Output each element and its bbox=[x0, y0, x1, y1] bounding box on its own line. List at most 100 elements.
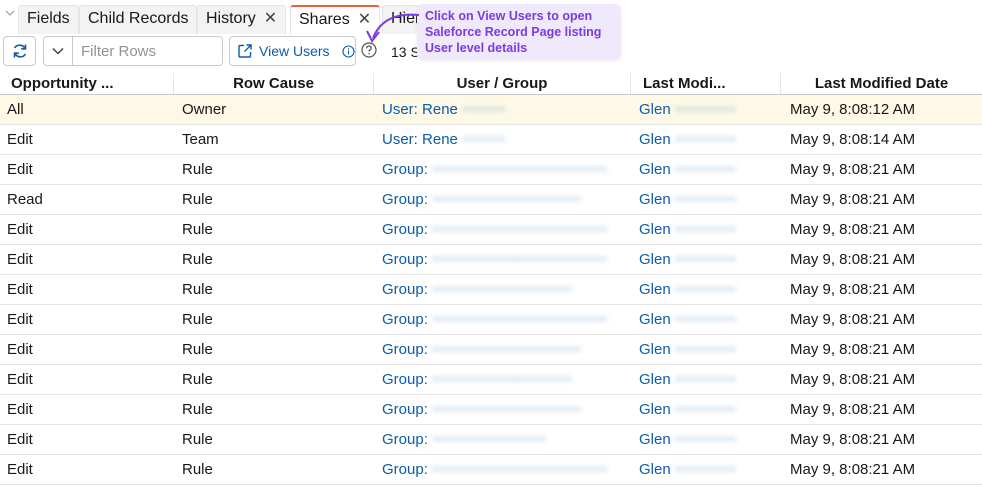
table-row[interactable]: Edit Rule Group: ~~~~~~~~~~~~~~~~~ Glen ~~~… bbox=[0, 395, 982, 425]
last-modified-by-text: Glen ~~~~~~~ bbox=[639, 251, 737, 268]
user-group-link[interactable]: Group: ~~~~~~~~~~~~~~~~~~~~ bbox=[374, 305, 631, 334]
refresh-button[interactable] bbox=[3, 36, 36, 66]
refresh-icon bbox=[13, 44, 26, 58]
user-group-link[interactable]: Group: ~~~~~~~~~~~~~~~~~~~~ bbox=[374, 455, 631, 484]
user-group-link[interactable]: Group: ~~~~~~~~~~~~~~~~ bbox=[374, 275, 631, 304]
last-modified-by-link[interactable]: Glen ~~~~~~~ bbox=[631, 95, 781, 124]
column-header-label: Row Cause bbox=[233, 75, 314, 92]
open-external-icon bbox=[238, 44, 252, 58]
user-group-link[interactable]: Group: ~~~~~~~~~~~~~~~~~ bbox=[374, 185, 631, 214]
row-cause-cell: Rule bbox=[182, 191, 213, 208]
tab-child-records[interactable]: Child Records bbox=[79, 5, 198, 34]
callout-tooltip: Click on View Users to open Saleforce Re… bbox=[417, 4, 621, 60]
last-modified-date-cell: May 9, 8:08:14 AM bbox=[790, 131, 916, 148]
column-header-label: User / Group bbox=[456, 75, 548, 92]
view-users-label: View Users bbox=[259, 43, 330, 59]
user-group-link[interactable]: Group: ~~~~~~~~~~~~~~~~~~~~ bbox=[374, 215, 631, 244]
last-modified-by-link[interactable]: Glen ~~~~~~~ bbox=[631, 305, 781, 334]
last-modified-by-text: Glen ~~~~~~~ bbox=[639, 341, 737, 358]
row-cause-cell: Rule bbox=[182, 161, 213, 178]
user-group-text: User: Rene ~~~~~ bbox=[382, 101, 506, 118]
last-modified-by-text: Glen ~~~~~~~ bbox=[639, 461, 737, 478]
last-modified-by-link[interactable]: Glen ~~~~~~~ bbox=[631, 215, 781, 244]
row-cause-cell: Rule bbox=[182, 281, 213, 298]
tab-fields[interactable]: Fields bbox=[18, 5, 79, 34]
filter-dropdown-button[interactable] bbox=[43, 36, 73, 66]
last-modified-date-cell: May 9, 8:08:21 AM bbox=[790, 281, 916, 298]
access-level-cell: Edit bbox=[7, 131, 33, 148]
last-modified-by-link[interactable]: Glen ~~~~~~~ bbox=[631, 155, 781, 184]
column-header-last-modified-by[interactable]: Last Modi... bbox=[631, 73, 781, 94]
row-cause-cell: Rule bbox=[182, 401, 213, 418]
tab-label: Fields bbox=[27, 10, 70, 27]
close-icon[interactable]: ✕ bbox=[264, 6, 277, 32]
last-modified-date-cell: May 9, 8:08:21 AM bbox=[790, 341, 916, 358]
last-modified-date-cell: May 9, 8:08:12 AM bbox=[790, 101, 916, 118]
user-group-link[interactable]: Group: ~~~~~~~~~~~~~~~~ bbox=[374, 365, 631, 394]
access-level-cell: Edit bbox=[7, 251, 33, 268]
last-modified-by-link[interactable]: Glen ~~~~~~~ bbox=[631, 335, 781, 364]
user-group-link[interactable]: Group: ~~~~~~~~~~~~~~~~~ bbox=[374, 335, 631, 364]
access-level-cell: All bbox=[7, 101, 24, 118]
last-modified-by-link[interactable]: Glen ~~~~~~~ bbox=[631, 365, 781, 394]
row-cause-cell: Rule bbox=[182, 221, 213, 238]
user-group-link[interactable]: Group: ~~~~~~~~~~~~~ bbox=[374, 425, 631, 454]
last-modified-by-text: Glen ~~~~~~~ bbox=[639, 161, 737, 178]
table-row[interactable]: Edit Rule Group: ~~~~~~~~~~~~~~~~ Glen ~~~~… bbox=[0, 365, 982, 395]
user-group-text: Group: ~~~~~~~~~~~~~~~~~~~~ bbox=[382, 221, 608, 238]
tab-history[interactable]: History ✕ bbox=[197, 5, 287, 34]
caret-down-icon[interactable] bbox=[5, 8, 15, 18]
table-row[interactable]: Edit Rule Group: ~~~~~~~~~~~~~~~~~~~~ Glen … bbox=[0, 455, 982, 485]
filter-rows-input[interactable] bbox=[72, 36, 223, 66]
last-modified-by-link[interactable]: Glen ~~~~~~~ bbox=[631, 245, 781, 274]
user-group-text: Group: ~~~~~~~~~~~~~~~~~ bbox=[382, 401, 581, 418]
last-modified-by-link[interactable]: Glen ~~~~~~~ bbox=[631, 275, 781, 304]
user-group-link[interactable]: Group: ~~~~~~~~~~~~~~~~~~~~ bbox=[374, 245, 631, 274]
table-row[interactable]: All Owner User: Rene ~~~~~ Glen ~~~~~~~ May … bbox=[0, 95, 982, 125]
last-modified-by-text: Glen ~~~~~~~ bbox=[639, 371, 737, 388]
last-modified-by-link[interactable]: Glen ~~~~~~~ bbox=[631, 425, 781, 454]
user-group-text: Group: ~~~~~~~~~~~~~~~~~~~~ bbox=[382, 251, 608, 268]
view-users-button[interactable]: View Users bbox=[229, 36, 356, 66]
column-header-row-cause[interactable]: Row Cause bbox=[174, 73, 374, 94]
user-group-text: Group: ~~~~~~~~~~~~~~~~~~~~ bbox=[382, 161, 608, 178]
last-modified-by-link[interactable]: Glen ~~~~~~~ bbox=[631, 455, 781, 484]
table-row[interactable]: Edit Rule Group: ~~~~~~~~~~~~~~~~~~~~ Glen … bbox=[0, 305, 982, 335]
last-modified-by-link[interactable]: Glen ~~~~~~~ bbox=[631, 125, 781, 154]
tab-label: Shares bbox=[299, 11, 350, 28]
table-row[interactable]: Edit Rule Group: ~~~~~~~~~~~~~~~~~~~~ Glen … bbox=[0, 245, 982, 275]
user-group-link[interactable]: User: Rene ~~~~~ bbox=[374, 95, 631, 124]
row-cause-cell: Rule bbox=[182, 371, 213, 388]
column-header-last-modified-date[interactable]: Last Modified Date bbox=[781, 73, 982, 94]
last-modified-by-text: Glen ~~~~~~~ bbox=[639, 401, 737, 418]
access-level-cell: Edit bbox=[7, 281, 33, 298]
row-cause-cell: Rule bbox=[182, 341, 213, 358]
user-group-link[interactable]: Group: ~~~~~~~~~~~~~~~~~ bbox=[374, 395, 631, 424]
last-modified-by-text: Glen ~~~~~~~ bbox=[639, 221, 737, 238]
user-group-text: Group: ~~~~~~~~~~~~~~~~~~~~ bbox=[382, 311, 608, 328]
access-level-cell: Edit bbox=[7, 221, 33, 238]
last-modified-date-cell: May 9, 8:08:21 AM bbox=[790, 431, 916, 448]
last-modified-date-cell: May 9, 8:08:21 AM bbox=[790, 161, 916, 178]
table-row[interactable]: Read Rule Group: ~~~~~~~~~~~~~~~~~ Glen ~~~… bbox=[0, 185, 982, 215]
last-modified-date-cell: May 9, 8:08:21 AM bbox=[790, 221, 916, 238]
user-group-text: Group: ~~~~~~~~~~~~~ bbox=[382, 431, 546, 448]
user-group-link[interactable]: Group: ~~~~~~~~~~~~~~~~~~~~ bbox=[374, 155, 631, 184]
table-row[interactable]: Edit Team User: Rene ~~~~~ Glen ~~~~~~~ May … bbox=[0, 125, 982, 155]
last-modified-by-link[interactable]: Glen ~~~~~~~ bbox=[631, 395, 781, 424]
row-cause-cell: Rule bbox=[182, 431, 213, 448]
table-row[interactable]: Edit Rule Group: ~~~~~~~~~~~~~~~~~~~~ Glen … bbox=[0, 155, 982, 185]
shares-table: Opportunity ... Row Cause User / Group L… bbox=[0, 73, 982, 485]
table-body: All Owner User: Rene ~~~~~ Glen ~~~~~~~ May … bbox=[0, 95, 982, 485]
last-modified-by-link[interactable]: Glen ~~~~~~~ bbox=[631, 185, 781, 214]
callout-text: Click on View Users to open Saleforce Re… bbox=[425, 9, 602, 55]
last-modified-date-cell: May 9, 8:08:21 AM bbox=[790, 371, 916, 388]
column-header-user-group[interactable]: User / Group bbox=[374, 73, 631, 94]
table-row[interactable]: Edit Rule Group: ~~~~~~~~~~~~~~~~ Glen ~~~~… bbox=[0, 275, 982, 305]
table-row[interactable]: Edit Rule Group: ~~~~~~~~~~~~~~~~~~~~ Glen … bbox=[0, 215, 982, 245]
user-group-link[interactable]: User: Rene ~~~~~ bbox=[374, 125, 631, 154]
table-row[interactable]: Edit Rule Group: ~~~~~~~~~~~~~~~~~ Glen ~~~… bbox=[0, 335, 982, 365]
table-row[interactable]: Edit Rule Group: ~~~~~~~~~~~~~ Glen ~~~~~~~… bbox=[0, 425, 982, 455]
user-group-text: User: Rene ~~~~~ bbox=[382, 131, 506, 148]
column-header-opportunity-access[interactable]: Opportunity ... bbox=[0, 73, 174, 94]
